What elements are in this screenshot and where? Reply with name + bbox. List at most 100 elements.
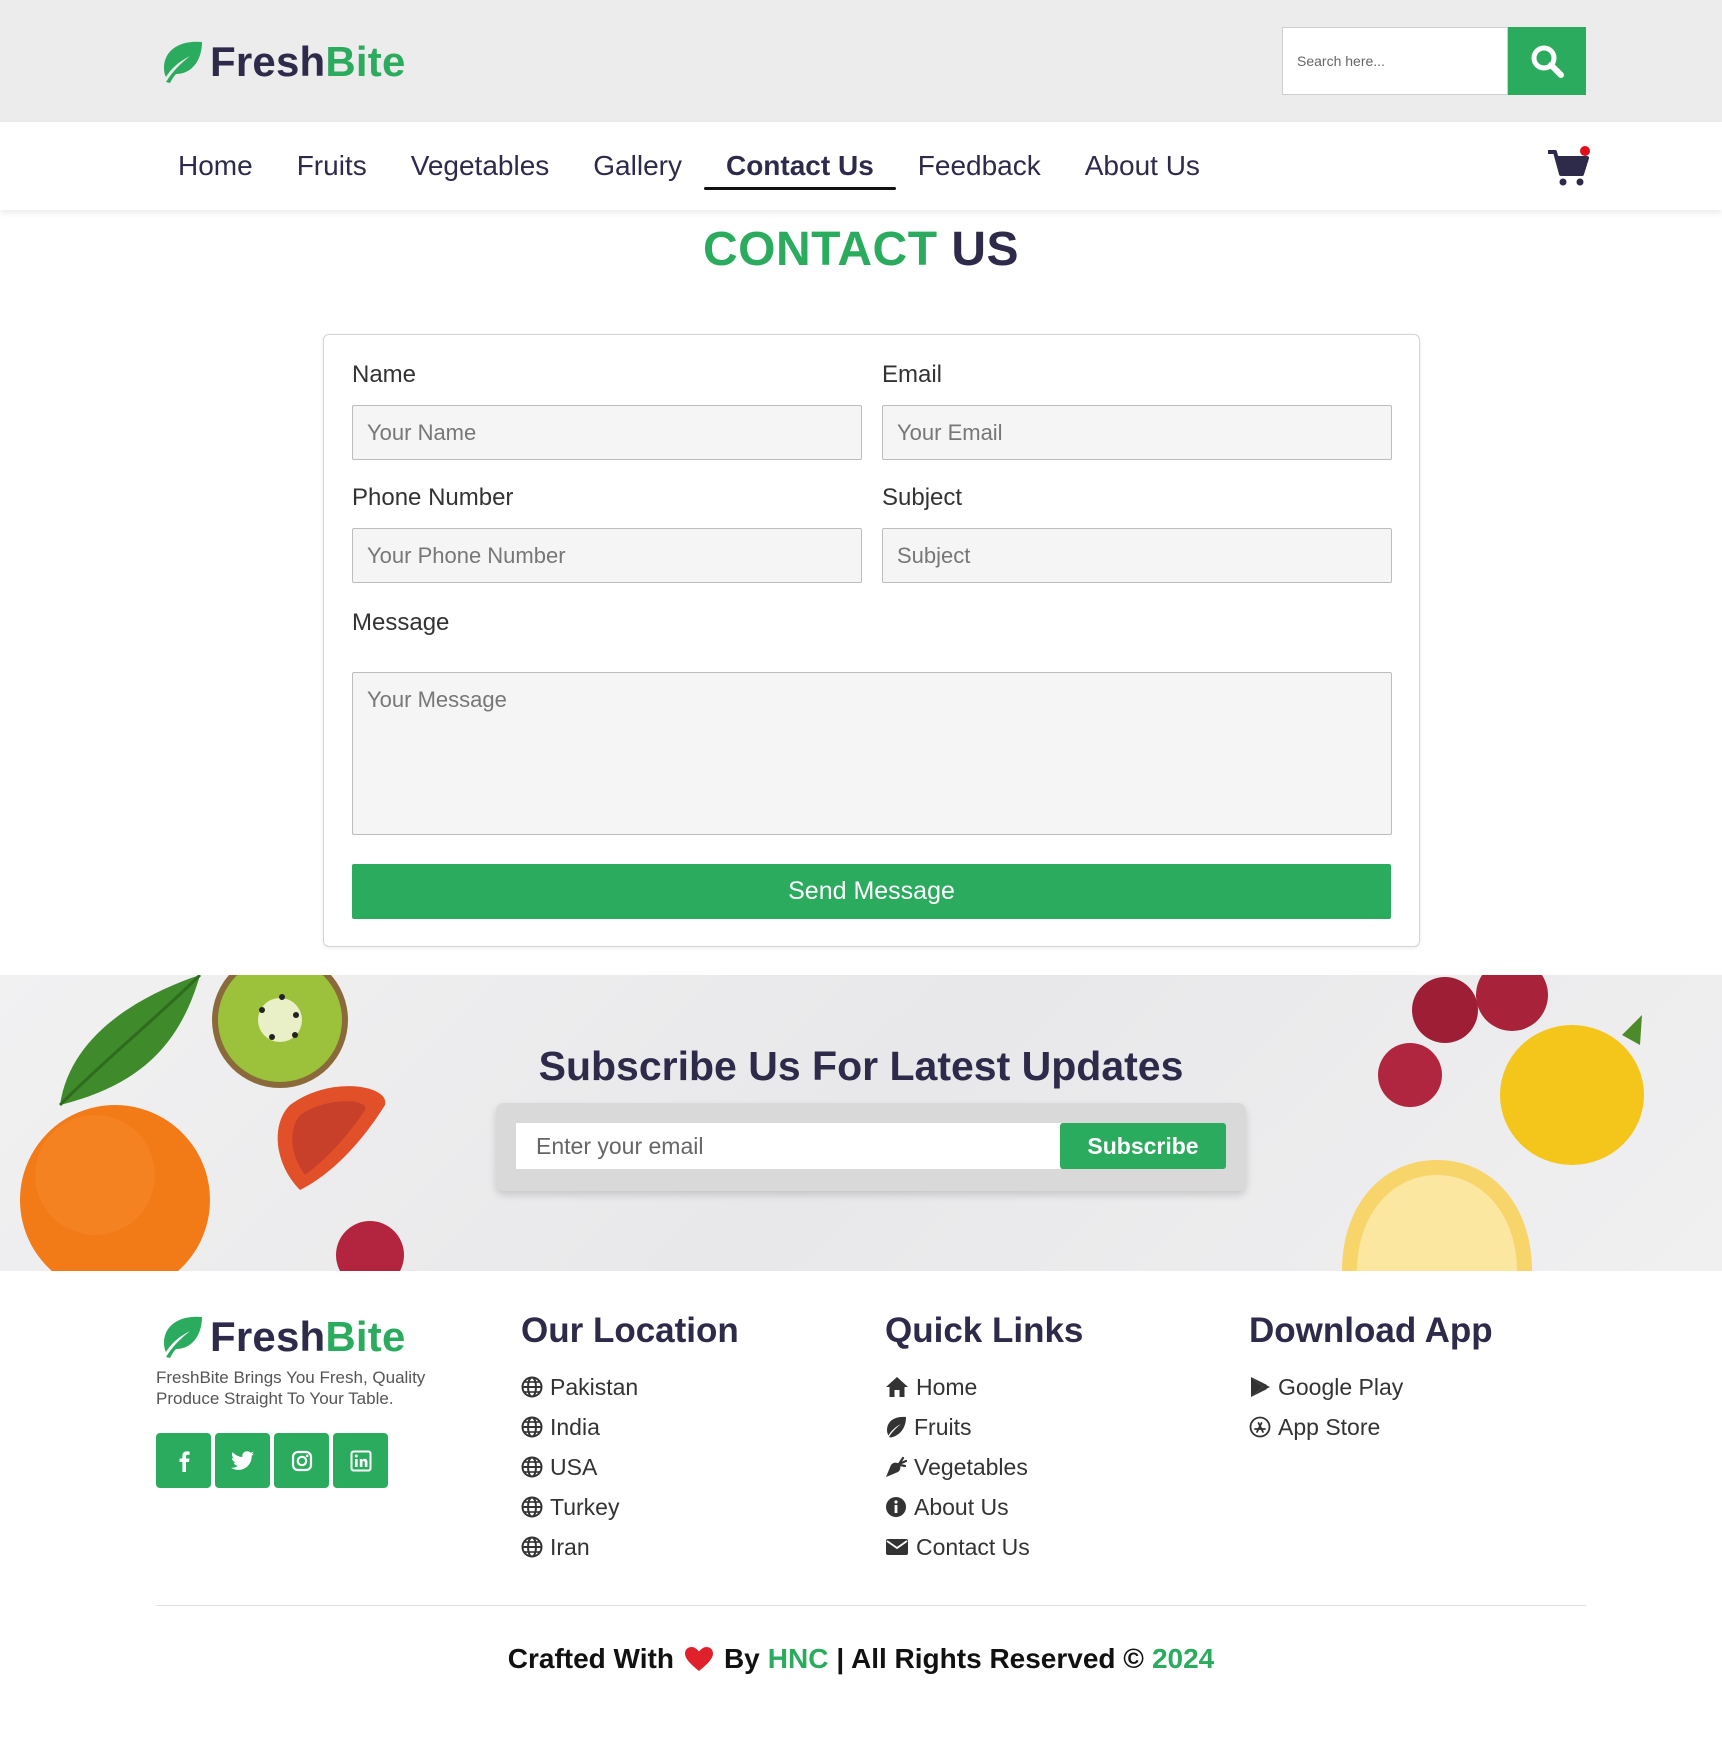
- location-item[interactable]: Turkey: [521, 1487, 739, 1527]
- quick-link-about-us[interactable]: About Us: [885, 1487, 1083, 1527]
- google-play-label: Google Play: [1278, 1373, 1404, 1400]
- nav-item-home[interactable]: Home: [156, 122, 275, 210]
- leaf-icon: [164, 1316, 202, 1358]
- search-bar: [1282, 27, 1586, 95]
- phone-field[interactable]: [352, 528, 862, 583]
- message-field[interactable]: [352, 672, 1392, 835]
- app-store-link[interactable]: App Store: [1249, 1407, 1493, 1447]
- footer-divider: [156, 1605, 1586, 1606]
- message-label: Message: [352, 609, 450, 636]
- instagram-icon: [291, 1450, 312, 1471]
- location-label: Iran: [550, 1533, 590, 1560]
- nav-item-gallery[interactable]: Gallery: [571, 122, 704, 210]
- email-label: Email: [882, 361, 943, 388]
- linkedin-button[interactable]: [333, 1433, 388, 1488]
- download-app-column: Download App Google Play App Store: [1249, 1311, 1493, 1447]
- brand-name: FreshBite: [210, 38, 406, 86]
- google-play-icon: [1251, 1377, 1270, 1397]
- location-heading: Our Location: [521, 1311, 739, 1350]
- app-store-label: App Store: [1278, 1413, 1381, 1440]
- send-message-button[interactable]: Send Message: [352, 864, 1391, 919]
- leaf-icon: [164, 41, 202, 83]
- location-label: India: [550, 1413, 600, 1440]
- contact-form: Name Email Phone Number Subject Message …: [323, 334, 1420, 947]
- location-label: Pakistan: [550, 1373, 639, 1400]
- location-item[interactable]: Pakistan: [521, 1367, 739, 1407]
- instagram-button[interactable]: [274, 1433, 329, 1488]
- location-item[interactable]: Iran: [521, 1527, 739, 1567]
- globe-icon: [521, 1376, 543, 1398]
- location-column: Our Location Pakistan India USA Turkey I…: [521, 1311, 739, 1567]
- twitter-icon: [230, 1450, 254, 1470]
- home-icon: [886, 1377, 908, 1397]
- globe-icon: [521, 1456, 543, 1478]
- copyright-by: By: [723, 1643, 760, 1674]
- search-button[interactable]: [1508, 27, 1586, 95]
- quick-links-column: Quick Links Home Fruits Vegetables About…: [885, 1311, 1083, 1567]
- subject-label: Subject: [882, 484, 963, 511]
- copyright-year: 2024: [1151, 1643, 1215, 1674]
- facebook-button[interactable]: [156, 1433, 211, 1488]
- quick-link-fruits[interactable]: Fruits: [885, 1407, 1083, 1447]
- carrot-icon: [886, 1456, 907, 1477]
- social-links: [156, 1433, 388, 1488]
- main-nav: Home Fruits Vegetables Gallery Contact U…: [0, 122, 1722, 210]
- quick-link-label: Vegetables: [914, 1453, 1028, 1480]
- phone-label: Phone Number: [352, 484, 514, 511]
- footer-brand-logo[interactable]: FreshBite: [156, 1313, 406, 1361]
- page-title: CONTACT US: [0, 222, 1722, 277]
- envelope-icon: [886, 1539, 908, 1555]
- nav-list: Home Fruits Vegetables Gallery Contact U…: [156, 122, 1222, 210]
- quick-link-home[interactable]: Home: [885, 1367, 1083, 1407]
- footer-brand-name-part2: Bite: [325, 1313, 406, 1360]
- page-title-part1: CONTACT: [702, 223, 938, 276]
- app-store-icon: [1249, 1416, 1271, 1438]
- footer: FreshBite FreshBite Brings You Fresh, Qu…: [0, 1271, 1722, 1738]
- facebook-icon: [179, 1450, 190, 1472]
- quick-link-label: Contact Us: [916, 1533, 1030, 1560]
- copyright: Crafted With By HNC | All Rights Reserve…: [0, 1643, 1722, 1675]
- globe-icon: [521, 1496, 543, 1518]
- globe-icon: [521, 1536, 543, 1558]
- brand-name-part1: Fresh: [210, 38, 326, 85]
- copyright-crafted: Crafted With: [507, 1643, 674, 1674]
- copyright-author[interactable]: HNC: [768, 1643, 829, 1675]
- nav-item-vegetables[interactable]: Vegetables: [389, 122, 572, 210]
- quick-link-label: Home: [916, 1373, 978, 1400]
- quick-links-heading: Quick Links: [885, 1311, 1084, 1350]
- subject-field[interactable]: [882, 528, 1392, 583]
- subscribe-box: Subscribe: [496, 1103, 1246, 1191]
- quick-link-label: About Us: [914, 1493, 1009, 1520]
- search-icon: [1531, 45, 1564, 78]
- google-play-link[interactable]: Google Play: [1249, 1367, 1493, 1407]
- twitter-button[interactable]: [215, 1433, 270, 1488]
- quick-link-vegetables[interactable]: Vegetables: [885, 1447, 1083, 1487]
- cart-button[interactable]: [1546, 144, 1590, 188]
- location-item[interactable]: India: [521, 1407, 739, 1447]
- fruit-decoration-left: [20, 975, 404, 1271]
- quick-link-contact-us[interactable]: Contact Us: [885, 1527, 1083, 1567]
- footer-description: FreshBite Brings You Fresh, Quality Prod…: [156, 1368, 426, 1408]
- location-label: USA: [550, 1453, 598, 1480]
- subscribe-title: Subscribe Us For Latest Updates: [538, 1043, 1184, 1089]
- download-app-heading: Download App: [1249, 1311, 1493, 1350]
- footer-brand-name-part1: Fresh: [210, 1313, 326, 1360]
- name-field[interactable]: [352, 405, 862, 460]
- footer-brand-name: FreshBite: [210, 1313, 406, 1361]
- email-field[interactable]: [882, 405, 1392, 460]
- name-label: Name: [352, 361, 417, 388]
- nav-item-fruits[interactable]: Fruits: [275, 122, 389, 210]
- globe-icon: [521, 1416, 543, 1438]
- subscribe-email-input[interactable]: [516, 1123, 1061, 1169]
- brand-logo[interactable]: FreshBite: [156, 38, 406, 86]
- search-input[interactable]: [1282, 27, 1508, 95]
- nav-item-contact-us[interactable]: Contact Us: [703, 122, 896, 210]
- location-item[interactable]: USA: [521, 1447, 739, 1487]
- nav-item-about-us[interactable]: About Us: [1063, 122, 1222, 210]
- subscribe-button[interactable]: Subscribe: [1060, 1123, 1226, 1169]
- nav-item-feedback[interactable]: Feedback: [896, 122, 1063, 210]
- leaf-icon: [887, 1416, 906, 1438]
- top-header: FreshBite: [0, 0, 1722, 122]
- subscribe-banner: Subscribe Us For Latest Updates Subscrib…: [0, 975, 1722, 1271]
- cart-notification-dot: [1580, 146, 1590, 156]
